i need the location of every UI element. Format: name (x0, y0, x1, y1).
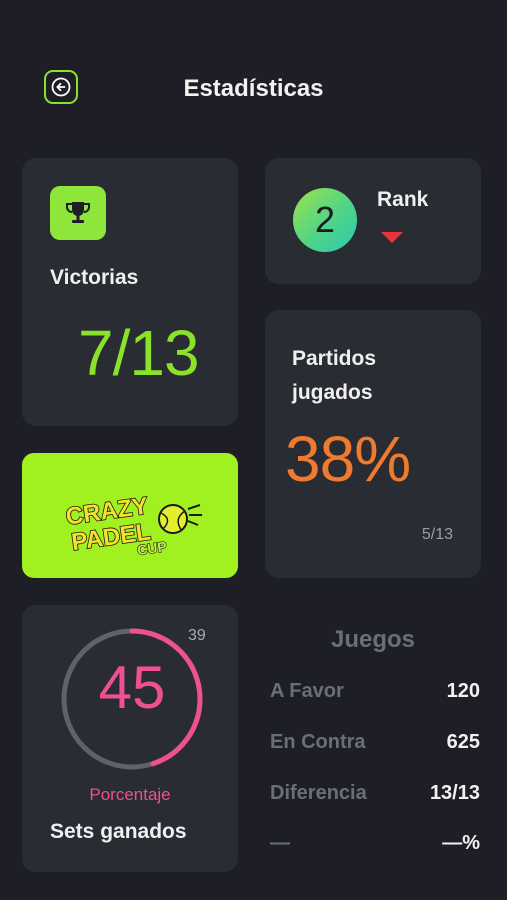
logo-text-cup: CUP (136, 538, 168, 558)
wins-label: Victorias (50, 266, 139, 289)
page-title: Estadísticas (183, 75, 324, 102)
games-row-label: Diferencia (270, 782, 367, 804)
games-row: En Contra 625 (270, 731, 480, 761)
crazy-padel-cup-logo: CRAZY PADEL CUP (22, 453, 238, 578)
sets-label: Sets ganados (50, 820, 187, 843)
sets-card: 39 45 Porcentaje Sets ganados (22, 605, 238, 872)
sets-value: 45 (98, 654, 166, 721)
logo-graphic: CRAZY PADEL CUP (63, 492, 202, 559)
played-label: Partidos jugados (292, 347, 377, 404)
rank-card: 2 Rank (265, 158, 481, 284)
games-title: Juegos (330, 626, 416, 653)
games-row-label: En Contra (270, 731, 366, 753)
rank-down-icon (381, 232, 403, 243)
wins-value: 7/13 (78, 317, 200, 389)
wins-card: Victorias 7/13 (22, 158, 238, 426)
sets-percent-label: Porcentaje (89, 785, 171, 804)
sets-top-value: 39 (188, 627, 206, 644)
games-panel: Juegos A Favor 120 En Contra 625 Diferen… (265, 620, 481, 870)
trophy-icon (66, 202, 90, 223)
trophy-badge (50, 186, 106, 240)
games-row: A Favor 120 (270, 680, 480, 710)
matches-played-card: Partidos jugados 38% 5/13 (265, 310, 481, 578)
games-row-label: — (270, 832, 290, 854)
played-fraction: 5/13 (421, 526, 453, 543)
tennis-ball-icon (158, 504, 202, 534)
games-row-label: A Favor (270, 680, 344, 702)
games-row-value: 13/13 (429, 782, 480, 804)
games-row-value: 120 (446, 680, 480, 702)
rank-label: Rank (377, 188, 429, 211)
games-row-value: 625 (446, 731, 480, 753)
header: Estadísticas (0, 0, 507, 130)
games-row: Diferencia 13/13 (270, 782, 480, 812)
games-row-value: —% (442, 832, 480, 854)
played-percent: 38% (285, 423, 411, 495)
games-row: — —% (270, 832, 480, 862)
rank-badge: 2 (293, 188, 357, 252)
